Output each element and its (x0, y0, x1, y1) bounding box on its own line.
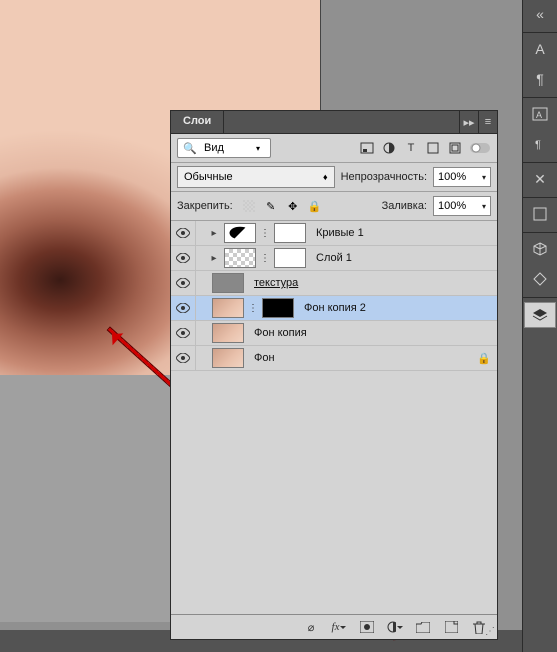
right-dock: « A ¶ A ¶ ✕ (522, 0, 557, 652)
visibility-toggle[interactable] (171, 221, 196, 245)
layer-filter-row: 🔍 ▾ T (171, 134, 497, 163)
filter-pixel-icon[interactable] (359, 140, 375, 156)
lock-transparency-icon[interactable] (241, 198, 257, 214)
filter-toggle[interactable] (469, 140, 491, 156)
visibility-toggle[interactable] (171, 346, 196, 370)
layer-name[interactable]: текстура (254, 277, 298, 289)
paragraph-panel-icon[interactable]: ¶ (525, 67, 555, 91)
layer-mask-thumb[interactable] (274, 223, 306, 243)
layer-mask-thumb[interactable] (274, 248, 306, 268)
fill-label: Заливка: (382, 200, 427, 212)
mask-link-icon[interactable]: ⋮ (248, 303, 258, 314)
layer-thumb[interactable] (212, 348, 244, 368)
layer-row[interactable]: ▸ ⋮ Кривые 1 (171, 221, 497, 246)
adjustments-panel-icon[interactable] (525, 267, 555, 291)
visibility-toggle[interactable] (171, 246, 196, 270)
blend-mode-value: Обычные (184, 171, 233, 183)
svg-text:¶: ¶ (535, 139, 541, 151)
layer-list[interactable]: ▸ ⋮ Кривые 1 ▸ ⋮ Слой 1 текстура ⋮ Фон копия 2 Фо… (171, 221, 497, 614)
layer-row[interactable]: Фон 🔒 (171, 346, 497, 371)
visibility-toggle[interactable] (171, 321, 196, 345)
layer-row[interactable]: ⋮ Фон копия 2 (171, 296, 497, 321)
lock-label: Закрепить: (177, 200, 233, 212)
fill-value: 100% (438, 200, 466, 212)
lock-badge-icon: 🔒 (477, 352, 491, 365)
filter-shape-icon[interactable] (425, 140, 441, 156)
layers-panel: Слои ▸▸ ≡ 🔍 ▾ T Обычные ♦ Непро (170, 110, 498, 640)
layer-mask-thumb[interactable] (262, 298, 294, 318)
layer-name[interactable]: Слой 1 (316, 252, 352, 264)
layer-thumb[interactable] (212, 273, 244, 293)
layers-panel-icon[interactable] (524, 302, 556, 328)
new-group-icon[interactable] (415, 619, 431, 635)
layer-name[interactable]: Кривые 1 (316, 227, 364, 239)
svg-text:A: A (536, 110, 542, 120)
add-mask-icon[interactable] (359, 619, 375, 635)
opacity-label: Непрозрачность: (341, 171, 427, 183)
filter-type-icon[interactable]: T (403, 140, 419, 156)
layers-footer: ⌀ fx (171, 614, 497, 639)
filter-smart-icon[interactable] (447, 140, 463, 156)
layer-thumb[interactable] (212, 298, 244, 318)
layer-thumb[interactable] (224, 223, 256, 243)
lock-image-icon[interactable]: ✎ (263, 198, 279, 214)
blend-mode-select[interactable]: Обычные ♦ (177, 166, 335, 188)
tools-panel-icon[interactable]: ✕ (525, 167, 555, 191)
lock-all-icon[interactable]: 🔒 (307, 198, 323, 214)
layer-thumb[interactable] (212, 323, 244, 343)
character-panel-icon[interactable]: A (525, 37, 555, 61)
3d-panel-icon[interactable] (525, 237, 555, 261)
navigator-icon[interactable] (525, 202, 555, 226)
visibility-toggle[interactable] (171, 296, 196, 320)
layer-name[interactable]: Фон копия 2 (304, 302, 366, 314)
panel-collapse-icon[interactable]: ▸▸ (459, 111, 478, 133)
filter-adjust-icon[interactable] (381, 140, 397, 156)
layer-name[interactable]: Фон копия (254, 327, 307, 339)
lock-position-icon[interactable]: ✥ (285, 198, 301, 214)
layer-row[interactable]: ▸ ⋮ Слой 1 (171, 246, 497, 271)
opacity-value: 100% (438, 171, 466, 183)
layer-thumb[interactable] (224, 248, 256, 268)
fx-icon[interactable]: fx (331, 619, 347, 635)
link-layers-icon[interactable]: ⌀ (303, 619, 319, 635)
layer-row[interactable]: текстура (171, 271, 497, 296)
panel-menu-icon[interactable]: ≡ (478, 111, 497, 133)
new-layer-icon[interactable] (443, 619, 459, 635)
expand-arrow-icon[interactable]: ▸ (208, 228, 220, 239)
mask-link-icon[interactable]: ⋮ (260, 253, 270, 264)
opacity-input[interactable]: 100% ▾ (433, 167, 491, 187)
char-styles-icon[interactable]: A (525, 102, 555, 126)
resize-grip-icon[interactable]: ⋰ (485, 626, 495, 637)
new-adjustment-icon[interactable] (387, 619, 403, 635)
layer-name[interactable]: Фон (254, 352, 275, 364)
fill-input[interactable]: 100% ▾ (433, 196, 491, 216)
tab-layers[interactable]: Слои (171, 111, 224, 133)
expand-arrow-icon[interactable]: ▸ (208, 253, 220, 264)
collapse-dock-icon[interactable]: « (525, 2, 555, 26)
visibility-toggle[interactable] (171, 271, 196, 295)
filter-kind-input[interactable] (202, 141, 252, 155)
layer-row[interactable]: Фон копия (171, 321, 497, 346)
mask-link-icon[interactable]: ⋮ (260, 228, 270, 239)
layer-filter-kind[interactable]: 🔍 ▾ (177, 138, 271, 158)
blend-opacity-row: Обычные ♦ Непрозрачность: 100% ▾ (171, 163, 497, 192)
search-icon: 🔍 (182, 140, 198, 156)
lock-fill-row: Закрепить: ✎ ✥ 🔒 Заливка: 100% ▾ (171, 192, 497, 221)
para-styles-icon[interactable]: ¶ (525, 132, 555, 156)
panel-tabbar: Слои ▸▸ ≡ (171, 111, 497, 134)
